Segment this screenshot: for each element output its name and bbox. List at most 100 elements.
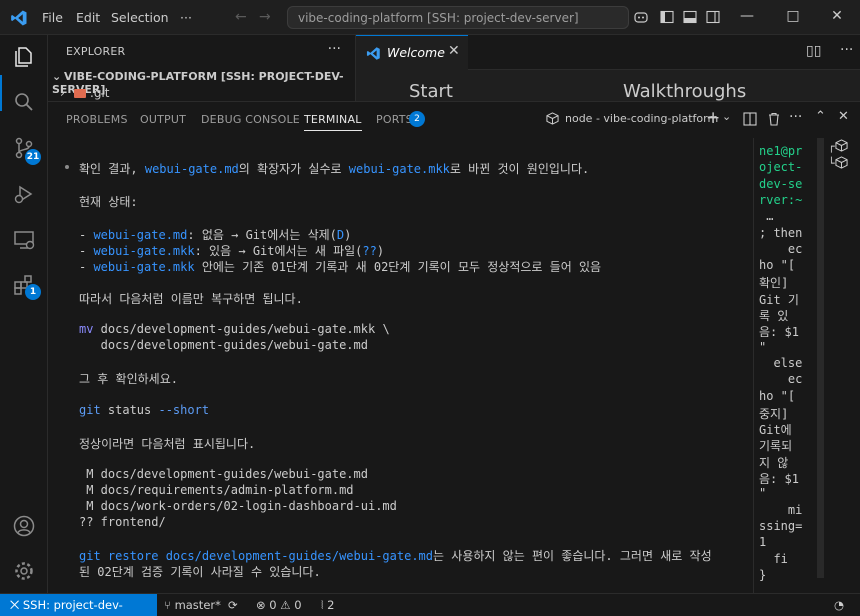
terminal-line: M docs/development-guides/webui-gate.md: [79, 467, 368, 481]
arrow-left-icon[interactable]: ←: [235, 9, 247, 25]
trash-icon[interactable]: [767, 112, 781, 126]
close-panel-icon[interactable]: ✕: [838, 109, 849, 124]
remote-indicator[interactable]: ⨉ SSH: project-dev-server: [0, 594, 157, 616]
ports-badge: 2: [409, 111, 425, 127]
scrollbar-thumb[interactable]: [817, 138, 824, 578]
split-terminal-line: 음: $1: [759, 325, 799, 340]
terminal-line: M docs/work-orders/02-login-dashboard-ui…: [79, 499, 397, 513]
menu-file[interactable]: File: [42, 10, 63, 25]
tab-ports[interactable]: PORTS: [376, 113, 413, 126]
tab-welcome-label: Welcome: [387, 45, 445, 60]
split-terminal-line: rver:~: [759, 192, 803, 207]
terminal-output[interactable]: 확인 결과, webui-gate.md의 확장자가 실수로 webui-gat…: [48, 138, 860, 594]
split-terminal-icon[interactable]: [743, 112, 757, 126]
layout-panel-icon[interactable]: [683, 10, 697, 24]
maximize-panel-icon[interactable]: ⌃: [815, 109, 826, 124]
tab-problems[interactable]: PROBLEMS: [66, 113, 128, 126]
chevron-down-icon: ⌄: [52, 70, 62, 83]
terminal-line: 그 후 확인하세요.: [79, 372, 178, 386]
editor-area: Welcome ✕ ▯▯ ··· Start Walkthroughs: [355, 35, 860, 102]
remote-label: SSH: project-dev-server: [10, 598, 123, 616]
tab-terminal[interactable]: TERMINAL: [304, 113, 362, 131]
layout-sidebar-right-icon[interactable]: [706, 10, 720, 24]
split-terminal-line: oject-: [759, 160, 803, 175]
menu-selection[interactable]: Selection: [111, 10, 169, 25]
terminal-tab-list: ┌ └: [828, 138, 858, 218]
tab-welcome[interactable]: Welcome ✕: [356, 35, 468, 70]
status-bar: ⨉ SSH: project-dev-server ⑂ master* ⟳ ⊗ …: [0, 593, 860, 616]
split-terminal-line: Git 기: [759, 292, 799, 307]
terminal-line: git status --short: [79, 403, 210, 417]
git-branch-icon: ⑂: [164, 598, 175, 612]
new-terminal-icon[interactable]: +: [706, 108, 720, 128]
settings-gear-icon[interactable]: [12, 559, 36, 583]
terminal-line: ?? frontend/: [79, 515, 166, 529]
split-editor-icon[interactable]: ▯▯: [806, 43, 821, 59]
ports-status[interactable]: ⦚ 2: [321, 598, 334, 613]
terminal-line: M docs/requirements/admin-platform.md: [79, 483, 354, 497]
menu-edit[interactable]: Edit: [76, 10, 100, 25]
split-terminal-line: fi: [759, 551, 788, 566]
menu-more[interactable]: ···: [180, 10, 192, 25]
remote-explorer-icon[interactable]: [12, 228, 36, 252]
split-terminal-line: 음: $1: [759, 472, 799, 486]
terminal-line: 현재 상태:: [79, 195, 138, 209]
split-terminal-line: ": [759, 339, 767, 354]
arrow-right-icon[interactable]: →: [259, 9, 271, 25]
terminal-line: mv docs/development-guides/webui-gate.mk…: [79, 322, 390, 336]
split-terminal-line: ; then: [759, 225, 803, 240]
terminal-scrollbar[interactable]: [817, 138, 825, 578]
panel-more-icon[interactable]: ···: [789, 109, 802, 125]
chevron-down-icon[interactable]: ⌄: [722, 110, 731, 123]
split-terminal-line: …: [759, 209, 774, 224]
warning-count: 0: [294, 598, 302, 612]
explorer-sidebar: EXPLORER ··· ⌄ VIBE-CODING-PLATFORM [SSH:…: [48, 35, 355, 101]
layout-sidebar-left-icon[interactable]: [660, 10, 674, 24]
branch-label: master*: [174, 598, 221, 612]
split-terminal-line: 1: [759, 535, 767, 550]
copilot-icon[interactable]: [634, 10, 648, 24]
scm-badge: 21: [25, 149, 41, 165]
folder-git-icon: [74, 89, 86, 98]
split-terminal-line: ssing=: [759, 518, 803, 533]
maximize-icon[interactable]: □: [783, 8, 803, 24]
command-center-search[interactable]: vibe-coding-platform [SSH: project-dev-s…: [287, 6, 629, 29]
minimize-icon[interactable]: —: [737, 8, 757, 24]
terminal-line: 된 02단계 검증 기록이 사라질 수 있습니다.: [79, 565, 321, 579]
chevron-right-icon: ›: [60, 86, 65, 100]
editor-more-icon[interactable]: ···: [840, 42, 853, 58]
tab-close-icon[interactable]: ✕: [448, 43, 460, 59]
notifications-bell-icon[interactable]: ◔: [834, 598, 844, 612]
run-debug-icon[interactable]: [12, 182, 36, 206]
terminal-list-item[interactable]: ┌: [828, 139, 848, 153]
terminal-line: 정상이라면 다음처럼 표시됩니다.: [79, 437, 256, 451]
search-icon[interactable]: [12, 90, 36, 114]
explorer-title: EXPLORER: [66, 45, 126, 58]
explorer-more-button[interactable]: ···: [328, 41, 341, 57]
problems-status[interactable]: ⊗ 0 ⚠ 0: [256, 598, 302, 612]
remote-icon: ⨉: [10, 598, 23, 612]
explorer-icon[interactable]: [12, 45, 36, 69]
branch-status[interactable]: ⑂ master*: [164, 598, 221, 612]
active-indicator: [0, 75, 2, 111]
welcome-walkthroughs-heading: Walkthroughs: [623, 81, 747, 102]
close-icon[interactable]: ✕: [827, 8, 847, 24]
split-terminal-line: else: [759, 355, 803, 370]
bottom-panel: PROBLEMS OUTPUT DEBUG CONSOLE TERMINAL P…: [48, 101, 860, 594]
terminal-name[interactable]: node - vibe-coding-platform: [565, 112, 718, 125]
split-terminal-line: ne1@pr: [759, 144, 803, 158]
split-terminal-line: 지 않: [759, 455, 789, 470]
terminal-line: - webui-gate.mkk 안에는 기존 01단계 기록과 새 02단계 …: [79, 260, 602, 274]
terminal-line: git restore docs/development-guides/webu…: [79, 549, 712, 563]
terminal-line: 확인 결과, webui-gate.md의 확장자가 실수로 webui-gat…: [79, 162, 590, 176]
terminal-line: docs/development-guides/webui-gate.md: [79, 338, 368, 352]
split-terminal-line: ec: [759, 241, 803, 256]
terminal-list-item[interactable]: └: [828, 156, 848, 170]
sync-icon[interactable]: ⟳: [228, 598, 238, 612]
tab-debug-console[interactable]: DEBUG CONSOLE: [201, 113, 300, 126]
explorer-item-git[interactable]: › .git: [60, 86, 109, 100]
error-icon: ⊗: [256, 598, 266, 612]
account-icon[interactable]: [12, 514, 36, 538]
split-terminal-output[interactable]: ne1@pr oject-dev-se rver:~ …; then ec ho "[…: [753, 138, 813, 594]
tab-output[interactable]: OUTPUT: [140, 113, 186, 126]
